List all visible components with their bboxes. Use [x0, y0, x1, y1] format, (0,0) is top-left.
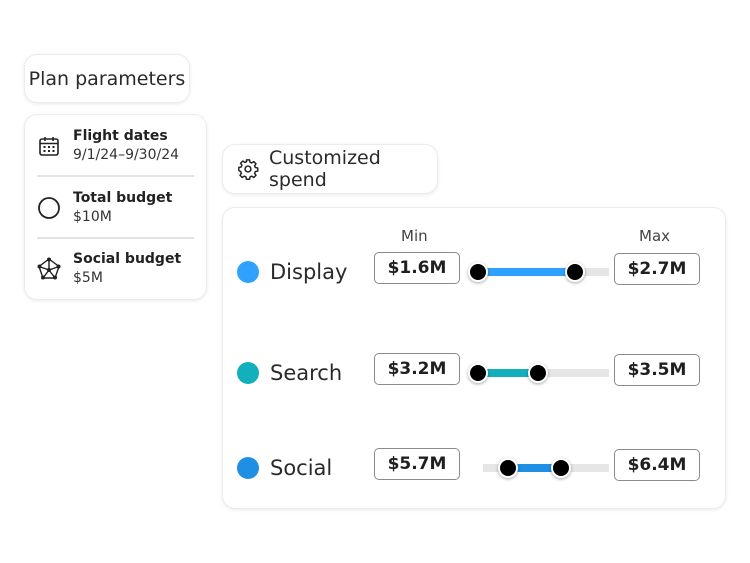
- min-handle[interactable]: [468, 262, 488, 282]
- param-total-budget: Total budget $10M: [37, 177, 194, 239]
- channel-label: Search: [237, 359, 342, 387]
- param-label: Total budget: [73, 190, 173, 206]
- max-value-input[interactable]: $2.7M: [614, 253, 700, 285]
- max-column-label: Max: [639, 227, 671, 245]
- network-icon: [37, 257, 61, 281]
- calendar-icon: [37, 134, 61, 158]
- plan-parameters-title: Plan parameters: [28, 67, 186, 90]
- channel-name: Display: [270, 260, 348, 284]
- param-value: $10M: [73, 209, 112, 225]
- customized-spend-card: Min Max Display $1.6M $2.7M Search $3.2M…: [223, 208, 725, 508]
- customized-spend-title: Customized spend: [269, 147, 381, 191]
- param-label: Flight dates: [73, 128, 168, 144]
- circle-icon: [37, 196, 61, 220]
- channel-color-dot: [237, 457, 259, 479]
- channel-color-dot: [237, 261, 259, 283]
- channel-name: Social: [270, 456, 333, 480]
- channel-label: Social: [237, 454, 332, 482]
- param-label: Social budget: [73, 251, 182, 267]
- gear-icon: [237, 158, 259, 180]
- param-flight-dates: Flight dates 9/1/24–9/30/24: [37, 115, 194, 177]
- max-handle[interactable]: [550, 458, 571, 478]
- min-value-input[interactable]: $3.2M: [374, 353, 460, 385]
- channel-color-dot: [237, 362, 259, 384]
- range-slider[interactable]: [468, 363, 609, 383]
- customized-spend-header: Customized spend: [223, 145, 437, 193]
- param-value: $5M: [73, 270, 103, 286]
- min-handle[interactable]: [497, 458, 518, 478]
- max-handle[interactable]: [565, 262, 586, 282]
- range-slider[interactable]: [468, 262, 609, 282]
- min-value-input[interactable]: $5.7M: [374, 448, 460, 480]
- min-value-input[interactable]: $1.6M: [374, 252, 460, 284]
- plan-parameters-header: Plan parameters: [25, 55, 189, 102]
- param-value: 9/1/24–9/30/24: [73, 147, 180, 163]
- max-value-input[interactable]: $6.4M: [614, 449, 700, 481]
- plan-parameters-card: Flight dates 9/1/24–9/30/24 Total budget…: [25, 115, 206, 299]
- max-handle[interactable]: [527, 363, 548, 383]
- param-social-budget: Social budget $5M: [37, 238, 194, 300]
- slider-fill: [476, 268, 574, 276]
- min-handle[interactable]: [468, 363, 488, 383]
- channel-label: Display: [237, 258, 347, 286]
- channel-name: Search: [270, 361, 343, 385]
- max-value-input[interactable]: $3.5M: [614, 354, 700, 386]
- range-slider[interactable]: [483, 458, 609, 478]
- min-column-label: Min: [401, 227, 428, 245]
